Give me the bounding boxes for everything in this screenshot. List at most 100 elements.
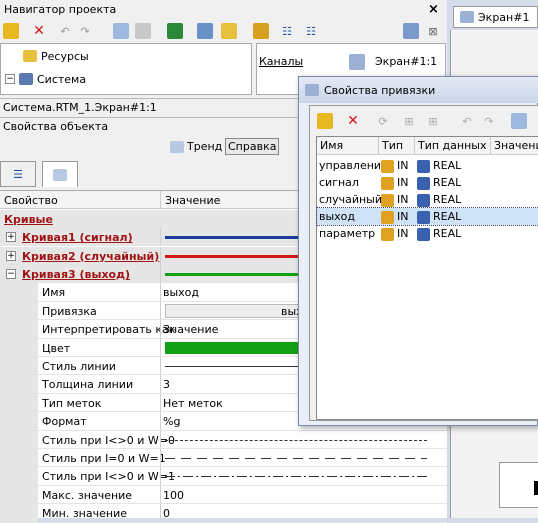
input-arrow-icon (381, 227, 394, 241)
find-icon[interactable] (252, 22, 270, 40)
edit-icon[interactable] (220, 22, 238, 40)
redo-icon[interactable]: ↷ (480, 112, 498, 130)
channels-link[interactable]: Каналы (259, 55, 303, 68)
screen-item[interactable]: Экран#1:1 (375, 55, 437, 68)
input-arrow-icon (381, 176, 394, 190)
row-type: IN (397, 176, 409, 189)
prop-name: Стиль при I<>0 и W=0 (42, 433, 175, 447)
row-type: IN (397, 159, 409, 172)
prop-row-style-1[interactable]: Стиль при I<>0 и W=0 (0, 430, 447, 449)
curve-label: Кривая1 (сигнал) (22, 231, 133, 244)
prop-row-style-2[interactable]: Стиль при I=0 и W=1 (0, 449, 447, 468)
expand-icon[interactable]: + (6, 250, 16, 261)
tab-label: Экран#1 (478, 10, 530, 24)
delete-icon[interactable]: ✕ (344, 112, 362, 130)
row-name: выход (319, 210, 356, 223)
help-button[interactable]: Справка (225, 138, 280, 155)
prop-row-min[interactable]: Мин. значение 0 (0, 504, 447, 523)
row-name: сигнал (319, 176, 359, 189)
refresh-icon[interactable]: ⟳ (374, 112, 392, 130)
close-icon[interactable]: × (428, 2, 439, 17)
prop-row-max[interactable]: Макс. значение 100 (0, 485, 447, 505)
input-arrow-icon (381, 159, 394, 173)
collapse-icon[interactable]: − (5, 74, 15, 84)
curve-label: Кривая3 (выход) (22, 268, 131, 281)
new-icon[interactable] (2, 22, 20, 40)
binding-dropdown[interactable]: вых (165, 303, 303, 318)
close-window-icon[interactable]: ⊠ (424, 22, 442, 40)
row-name: управление (319, 159, 388, 172)
screen-canvas-object[interactable] (499, 462, 538, 508)
curve-color-line (165, 273, 300, 276)
navigator-title: Навигатор проекта (0, 0, 447, 20)
row-datatype: REAL (433, 210, 462, 223)
prop-name: Стиль при I<>0 и W=1 (42, 470, 175, 484)
col-header-name[interactable]: Имя (317, 137, 379, 155)
tree-item-resources[interactable]: Ресурсы (23, 47, 89, 65)
row-datatype: REAL (433, 176, 462, 189)
grid-icon[interactable]: ⊞ (400, 112, 418, 130)
binding-row-selected[interactable]: выход IN REAL (316, 207, 538, 226)
row-name: параметр (319, 227, 376, 240)
prop-value: 100 (163, 488, 184, 502)
project-tree: Ресурсы − Система (0, 43, 252, 95)
screen-settings-icon[interactable] (402, 22, 420, 40)
prop-value: 3 (163, 378, 170, 392)
curve-color-line (165, 254, 300, 258)
copy-icon[interactable] (112, 22, 130, 40)
undo-icon[interactable]: ↶ (56, 22, 74, 40)
prop-value: 0 (163, 507, 170, 521)
style-preview-dashdot (165, 476, 427, 478)
prop-name: Привязка (42, 304, 97, 318)
col-header-type[interactable]: Тип (379, 137, 415, 155)
collapse-icon[interactable]: − (6, 269, 16, 279)
new-icon[interactable] (316, 112, 334, 130)
binding-row[interactable]: параметр IN REAL (317, 225, 538, 242)
binding-row[interactable]: случайный IN REAL (317, 191, 538, 208)
tree-item-system[interactable]: − Система (5, 70, 86, 88)
dialog-icon (305, 84, 319, 96)
tab-properties[interactable]: ☰ (0, 161, 36, 187)
undo-icon[interactable]: ↶ (458, 112, 476, 130)
prop-value: %g (163, 415, 181, 429)
trend-label: Тренд (187, 140, 223, 153)
real-type-icon (417, 210, 430, 224)
grid-header-property: Свойство (0, 191, 160, 209)
col-header-value[interactable]: Значение (491, 137, 538, 155)
prop-name: Тип меток (42, 396, 102, 410)
dialog-body: ✕ ⟳ ⊞ ⊞ ↶ ↷ Имя Тип Тип данных Значение … (309, 105, 538, 421)
link-icon[interactable] (166, 22, 184, 40)
prop-name: Интерпретировать как (42, 323, 176, 337)
list-icon[interactable]: ☷ (302, 22, 320, 40)
binding-row[interactable]: управление IN REAL (317, 157, 538, 174)
tree-item-label: Ресурсы (41, 49, 89, 63)
copy-icon[interactable] (510, 112, 528, 130)
prop-name: Стиль при I=0 и W=1 (42, 452, 166, 465)
delete-icon[interactable]: ✕ (30, 22, 48, 40)
style-preview-dashed (165, 458, 427, 459)
expand-icon[interactable]: + (6, 232, 16, 242)
row-type: IN (397, 193, 409, 206)
folder-icon (23, 50, 37, 62)
grid2-icon[interactable]: ⊞ (424, 112, 442, 130)
trend-icon (53, 168, 67, 181)
col-header-datatype[interactable]: Тип данных (415, 137, 491, 155)
row-datatype: REAL (433, 159, 462, 172)
real-type-icon (417, 176, 430, 190)
paste-icon[interactable] (134, 22, 152, 40)
tree-icon[interactable]: ☷ (278, 22, 296, 40)
binding-properties-dialog: Свойства привязки ✕ ⟳ ⊞ ⊞ ↶ ↷ Имя Тип Ти… (298, 76, 538, 426)
screen-icon[interactable] (196, 22, 214, 40)
dialog-titlebar[interactable]: Свойства привязки (299, 77, 538, 103)
prop-row-style-3[interactable]: Стиль при I<>0 и W=1 (0, 467, 447, 486)
tab-trend[interactable] (42, 161, 78, 187)
redo-icon[interactable]: ↷ (76, 22, 94, 40)
color-swatch[interactable] (165, 341, 300, 354)
prop-name: Мин. значение (42, 507, 127, 521)
real-type-icon (417, 193, 430, 207)
trend-button[interactable]: Тренд (170, 138, 222, 155)
row-type: IN (397, 227, 409, 240)
binding-row[interactable]: сигнал IN REAL (317, 174, 538, 191)
tab-screen[interactable]: Экран#1 (453, 6, 538, 28)
row-type: IN (397, 210, 409, 223)
